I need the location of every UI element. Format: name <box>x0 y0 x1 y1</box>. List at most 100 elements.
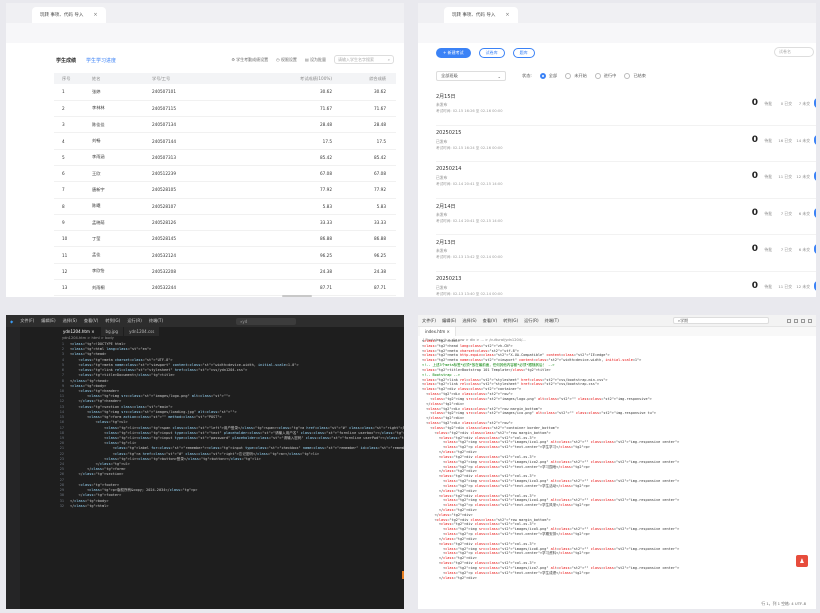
menu-terminal[interactable]: 终端(T) <box>149 318 163 324</box>
command-search-input[interactable]: ⌕ yd <box>236 317 297 325</box>
tab-image-file[interactable]: bg.jpg <box>100 327 125 336</box>
menu-run[interactable]: 运行(R) <box>127 318 142 324</box>
table-row[interactable]: 9 孟晓萌 240528126 33.33 33.33 <box>54 214 396 232</box>
exam-action-button[interactable] <box>814 98 816 108</box>
radio-all[interactable]: 全部 <box>539 73 557 79</box>
exam-list-item[interactable]: 2月15日 未发布 考试时间: 02-15 16:26 至 02-16 00:00 0… <box>436 89 816 126</box>
tab-study-progress[interactable]: 学生学习进度 <box>86 57 116 64</box>
exam-list-item[interactable]: 2月13日 未发布 考试时间: 02-13 13:42 至 02-14 00:00 0… <box>436 235 816 272</box>
paper-bank-button[interactable]: 试卷库 <box>478 48 505 58</box>
tab-label: index.htm <box>425 329 446 334</box>
exam-list-item[interactable]: 20250215 已发布 考试时间: 02-15 16:24 至 02-16 00:… <box>436 126 816 162</box>
exam-list-item[interactable]: 2月14日 未发布 考试时间: 02-14 20:41 至 02-15 14:00 0… <box>436 199 816 235</box>
layout-icon[interactable] <box>787 318 791 323</box>
menu-bar: 文件(F) 编辑(E) 选择(S) 查看(V) 转到(G) 运行(R) 终端(T… <box>418 315 816 327</box>
menu-goto[interactable]: 转到(G) <box>105 318 120 324</box>
browser-tab[interactable]: 玩转 事项、代码 导入 × <box>32 7 106 23</box>
exam-action-button[interactable] <box>814 244 816 254</box>
menu-view[interactable]: 查看(V) <box>483 318 498 324</box>
exam-action-button[interactable] <box>814 207 816 218</box>
breadcrumb[interactable]: ydn1204.htm > html > body <box>62 336 114 340</box>
exams-main: + 新建考试 试卷库 题库 试卷名 全部班级 ⌄ 状态: 全部 未开始 进行中 已… <box>428 43 816 297</box>
browser-tabbar: 玩转 事项、代码 导入 × <box>418 3 816 23</box>
close-icon[interactable]: × <box>91 329 94 334</box>
menu-terminal[interactable]: 终端(T) <box>545 318 559 324</box>
cell-index: 9 <box>54 214 84 232</box>
exam-action-button[interactable] <box>814 171 816 181</box>
exam-search-input[interactable]: 试卷名 <box>774 47 814 57</box>
table-row[interactable]: 3 陈佳佳 240507134 28.48 28.48 <box>54 116 396 134</box>
code-area[interactable]: 1 <class="tg">!DOCTYPE html> 2 <class="tg">… <box>58 342 404 509</box>
menu-select[interactable]: 选择(S) <box>63 318 77 324</box>
table-row[interactable]: 11 孟佳 240532124 96.25 96.25 <box>54 246 396 264</box>
exam-list-item[interactable]: 20250214 已发布 考试时间: 02-14 20:41 至 02-15 14:… <box>436 162 816 199</box>
table-row[interactable]: 12 李欣怡 240532208 24.38 24.38 <box>54 263 396 281</box>
exam-list: 2月15日 未发布 考试时间: 02-15 16:26 至 02-16 00:00 0… <box>436 89 816 297</box>
cell-exam-score: 24.38 <box>221 263 342 281</box>
search-input[interactable]: 请输入学生名字搜索 ⌕ <box>334 55 394 64</box>
radio-ended[interactable]: 已结束 <box>624 73 646 79</box>
exam-title: 20250215 <box>436 129 462 136</box>
menu-view[interactable]: 查看(V) <box>84 318 99 324</box>
tab-index-file[interactable]: index.htm × <box>420 327 456 336</box>
layout-icon[interactable] <box>794 318 798 323</box>
layout-icon[interactable] <box>808 318 812 323</box>
app-badge-icon[interactable]: ♟ <box>796 555 808 567</box>
tab-html-file[interactable]: ydn1204.htm × <box>58 327 101 336</box>
table-row[interactable]: 13 刘雨桐 240532244 87.71 87.71 <box>54 279 396 297</box>
tab-title: 玩转 事项、代码 导入 <box>40 13 84 18</box>
scores-table-body: 1 张婷 240507101 30.62 30.62 2 李林林 240507115 71.67… <box>54 84 396 297</box>
cell-name: 唐新宇 <box>84 181 144 199</box>
cell-exam-score: 86.88 <box>221 230 342 248</box>
exam-action-button[interactable] <box>814 280 816 291</box>
menu-edit[interactable]: 编辑(E) <box>41 318 55 324</box>
cell-name: 李雨涵 <box>84 149 144 166</box>
exam-time: 考试时间: 02-14 20:41 至 02-15 14:00 <box>436 218 503 223</box>
table-row[interactable]: 1 张婷 240507101 30.62 30.62 <box>54 84 396 101</box>
menu-file[interactable]: 文件(F) <box>20 318 34 324</box>
horizontal-scrollbar[interactable] <box>282 295 312 297</box>
command-search-input[interactable]: ⌕ 学期 <box>672 317 769 324</box>
tool-batch[interactable]: ▤ 设为批量 <box>305 57 326 63</box>
pending-label: 待批 <box>764 101 772 106</box>
code-line: </class="tg2">div> <box>422 575 477 580</box>
tool-attendance-settings[interactable]: ⚙ 学生考勤成绩设置 <box>231 57 268 63</box>
exam-list-item[interactable]: 20250213 已发布 考试时间: 02-13 13:40 至 02-14 00:… <box>436 272 816 298</box>
close-icon[interactable]: × <box>93 12 97 18</box>
layout-icon[interactable] <box>801 318 805 323</box>
tab-css-file[interactable]: ydn1204.css <box>124 327 161 336</box>
close-icon[interactable]: × <box>447 329 450 334</box>
table-row[interactable]: 2 李林林 240507115 71.67 71.67 <box>54 100 396 118</box>
radio-in-progress[interactable]: 进行中 <box>594 73 616 79</box>
exam-publish-status: 未发布 <box>436 102 448 107</box>
editor-tabs: ydn1204.htm × bg.jpg ydn1204.css <box>58 327 161 336</box>
browser-tab[interactable]: 玩转 事项、代码 导入 × <box>444 7 518 23</box>
tool-permission-settings[interactable]: ◷ 权限设置 <box>276 57 297 63</box>
table-row[interactable]: 8 陈曦 240528107 5.83 5.83 <box>54 198 396 215</box>
table-row[interactable]: 10 丁莹 240528145 86.88 86.88 <box>54 230 396 248</box>
class-select[interactable]: 全部班级 ⌄ <box>436 71 506 81</box>
table-row[interactable]: 6 王欣 240512239 67.08 67.08 <box>54 165 396 183</box>
menu-edit[interactable]: 编辑(E) <box>442 318 456 324</box>
table-header-row: 序号 姓名 学号/工号 考试成绩(100%) 综合成绩 <box>54 73 396 84</box>
menu-run[interactable]: 运行(R) <box>524 318 539 324</box>
table-row[interactable]: 4 刘畅 240507144 17.5 17.5 <box>54 132 396 150</box>
close-icon[interactable]: × <box>505 12 509 18</box>
code-area[interactable]: <class="tg2">html> <class="tg2">head lang… <box>418 339 816 580</box>
table-row[interactable]: 5 李雨涵 240507313 85.42 85.42 <box>54 149 396 166</box>
cell-exam-score: 96.25 <box>221 246 342 264</box>
exam-title: 2月15日 <box>436 94 456 100</box>
menu-select[interactable]: 选择(S) <box>462 318 476 324</box>
tab-student-scores[interactable]: 学生成绩 <box>56 57 76 64</box>
exam-action-button[interactable] <box>814 134 816 145</box>
radio-not-started[interactable]: 未开始 <box>565 73 587 79</box>
col-header[interactable]: 考试成绩(100%) <box>221 73 342 84</box>
menu-file[interactable]: 文件(F) <box>422 318 436 324</box>
col-header[interactable]: 综合成绩 <box>342 73 396 84</box>
menu-goto[interactable]: 转到(G) <box>503 318 518 324</box>
question-bank-button[interactable]: 题库 <box>512 48 535 58</box>
new-exam-button[interactable]: + 新建考试 <box>436 48 471 58</box>
cell-total-score: 71.67 <box>342 100 396 118</box>
scores-window: 玩转 事项、代码 导入 × 学生成绩 学生学习进度 ⚙ 学生考勤成绩设置 ◷ 权限… <box>6 3 404 297</box>
table-row[interactable]: 7 唐新宇 240528105 77.92 77.92 <box>54 181 396 199</box>
